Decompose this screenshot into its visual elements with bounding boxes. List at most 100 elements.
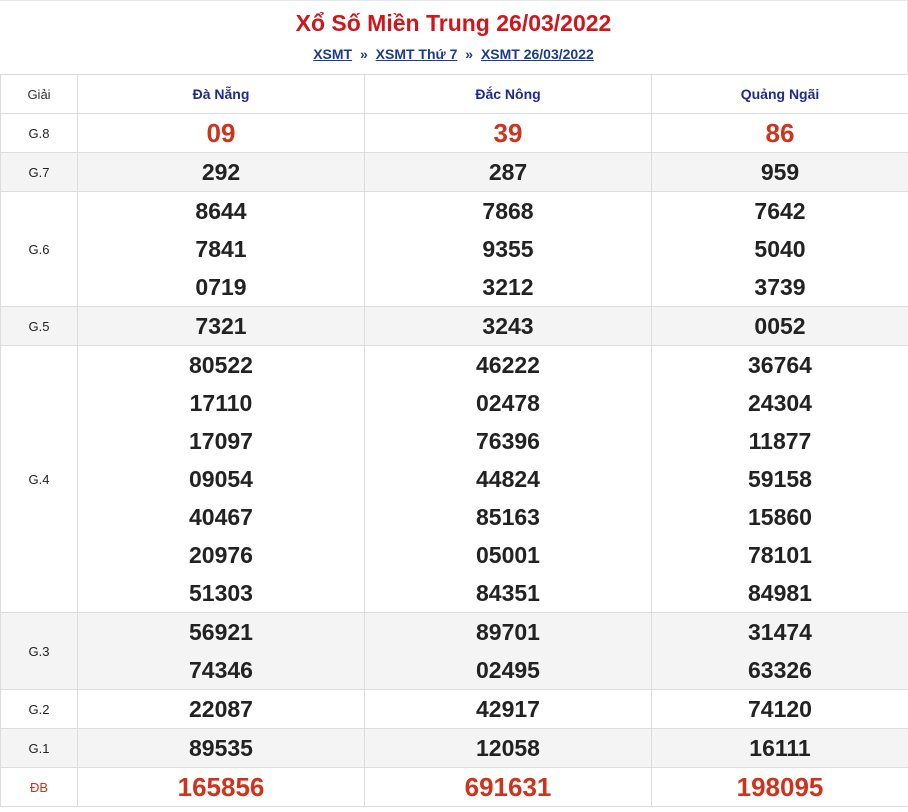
prize-column-header: Giải <box>0 74 78 114</box>
result-cell: 89701 02495 <box>364 612 652 690</box>
winning-number: 85163 <box>476 504 540 530</box>
result-cell: 165856 <box>77 767 365 807</box>
winning-number: 84351 <box>476 580 540 606</box>
winning-number: 51303 <box>189 580 253 606</box>
result-cell: 56921 74346 <box>77 612 365 690</box>
prize-label: G.8 <box>0 113 78 153</box>
result-cell: 80522 17110 17097 09054 40467 20976 51303 <box>77 345 365 613</box>
prize-label: G.4 <box>0 345 78 613</box>
prize-label: G.5 <box>0 306 78 346</box>
breadcrumb-link-xsmt[interactable]: XSMT <box>313 46 352 62</box>
province-header-dac-nong: Đắc Nông <box>364 74 652 114</box>
winning-number: 40467 <box>189 504 253 530</box>
winning-number: 46222 <box>476 352 540 378</box>
winning-number: 691631 <box>464 772 552 802</box>
results-header: Xổ Số Miền Trung 26/03/2022 XSMT » XSMT … <box>0 0 908 74</box>
result-cell: 0052 <box>651 306 908 346</box>
table-row: G.2 22087 42917 74120 <box>0 689 908 729</box>
winning-number: 24304 <box>748 390 812 416</box>
winning-number: 89535 <box>189 735 253 761</box>
winning-number: 78101 <box>748 542 812 568</box>
result-cell: 09 <box>77 113 365 153</box>
winning-number: 39 <box>493 118 523 148</box>
winning-number: 12058 <box>476 735 540 761</box>
winning-number: 02495 <box>476 657 540 683</box>
result-cell: 287 <box>364 152 652 192</box>
result-cell: 86 <box>651 113 908 153</box>
lottery-results-table: Giải Đà Nẵng Đắc Nông Quảng Ngãi G.8 09 39… <box>0 74 908 807</box>
table-row: G.4 80522 17110 17097 09054 40467 20976 51303 46… <box>0 345 908 613</box>
winning-number: 959 <box>760 159 800 185</box>
winning-number: 3739 <box>754 274 806 300</box>
winning-number: 7321 <box>195 313 247 339</box>
result-cell: 198095 <box>651 767 908 807</box>
result-cell: 8644 7841 0719 <box>77 191 365 307</box>
winning-number: 7642 <box>754 198 806 224</box>
result-cell: 42917 <box>364 689 652 729</box>
winning-number: 74120 <box>748 696 812 722</box>
prize-label: G.7 <box>0 152 78 192</box>
winning-number: 76396 <box>476 428 540 454</box>
winning-number: 15860 <box>748 504 812 530</box>
winning-number: 20976 <box>189 542 253 568</box>
winning-number: 17097 <box>189 428 253 454</box>
winning-number: 56921 <box>189 619 253 645</box>
page-title: Xổ Số Miền Trung 26/03/2022 <box>295 10 612 36</box>
result-cell: 22087 <box>77 689 365 729</box>
winning-number: 80522 <box>189 352 253 378</box>
prize-label: G.3 <box>0 612 78 690</box>
winning-number: 8644 <box>195 198 247 224</box>
result-cell: 39 <box>364 113 652 153</box>
winning-number: 22087 <box>189 696 253 722</box>
result-cell: 7321 <box>77 306 365 346</box>
winning-number: 05001 <box>476 542 540 568</box>
breadcrumb: XSMT » XSMT Thứ 7 » XSMT 26/03/2022 <box>0 45 907 63</box>
table-row: G.3 56921 74346 89701 02495 31474 63326 <box>0 612 908 690</box>
result-cell: 74120 <box>651 689 908 729</box>
winning-number: 7841 <box>195 236 247 262</box>
winning-number: 3212 <box>482 274 534 300</box>
winning-number: 31474 <box>748 619 812 645</box>
winning-number: 02478 <box>476 390 540 416</box>
table-row: G.1 89535 12058 16111 <box>0 728 908 768</box>
result-cell: 36764 24304 11877 59158 15860 78101 84981 <box>651 345 908 613</box>
winning-number: 292 <box>201 159 241 185</box>
winning-number: 7868 <box>482 198 534 224</box>
table-row: G.6 8644 7841 0719 7868 9355 3212 7642 5040 3739 <box>0 191 908 307</box>
table-row: G.7 292 287 959 <box>0 152 908 192</box>
winning-number: 9355 <box>482 236 534 262</box>
result-cell: 3243 <box>364 306 652 346</box>
result-cell: 89535 <box>77 728 365 768</box>
breadcrumb-link-xsmt-date[interactable]: XSMT 26/03/2022 <box>481 46 594 62</box>
prize-label: G.6 <box>0 191 78 307</box>
winning-number: 86 <box>765 118 795 148</box>
prize-label: G.1 <box>0 728 78 768</box>
winning-number: 0719 <box>195 274 247 300</box>
result-cell: 292 <box>77 152 365 192</box>
winning-number: 84981 <box>748 580 812 606</box>
breadcrumb-link-xsmt-thu-7[interactable]: XSMT Thứ 7 <box>376 46 458 62</box>
winning-number: 09054 <box>189 466 253 492</box>
table-row: G.5 7321 3243 0052 <box>0 306 908 346</box>
winning-number: 0052 <box>754 313 806 339</box>
winning-number: 74346 <box>189 657 253 683</box>
result-cell: 31474 63326 <box>651 612 908 690</box>
winning-number: 17110 <box>189 390 253 416</box>
prize-label: ĐB <box>0 767 78 807</box>
result-cell: 46222 02478 76396 44824 85163 05001 84351 <box>364 345 652 613</box>
winning-number: 63326 <box>748 657 812 683</box>
winning-number: 16111 <box>749 735 811 761</box>
winning-number: 09 <box>206 118 236 148</box>
winning-number: 59158 <box>748 466 812 492</box>
result-cell: 16111 <box>651 728 908 768</box>
winning-number: 44824 <box>476 466 540 492</box>
breadcrumb-separator: » <box>359 46 368 62</box>
winning-number: 89701 <box>476 619 540 645</box>
result-cell: 691631 <box>364 767 652 807</box>
province-header-quang-ngai: Quảng Ngãi <box>651 74 908 114</box>
winning-number: 3243 <box>482 313 534 339</box>
table-row: G.8 09 39 86 <box>0 113 908 153</box>
winning-number: 42917 <box>476 696 540 722</box>
result-cell: 959 <box>651 152 908 192</box>
result-cell: 12058 <box>364 728 652 768</box>
